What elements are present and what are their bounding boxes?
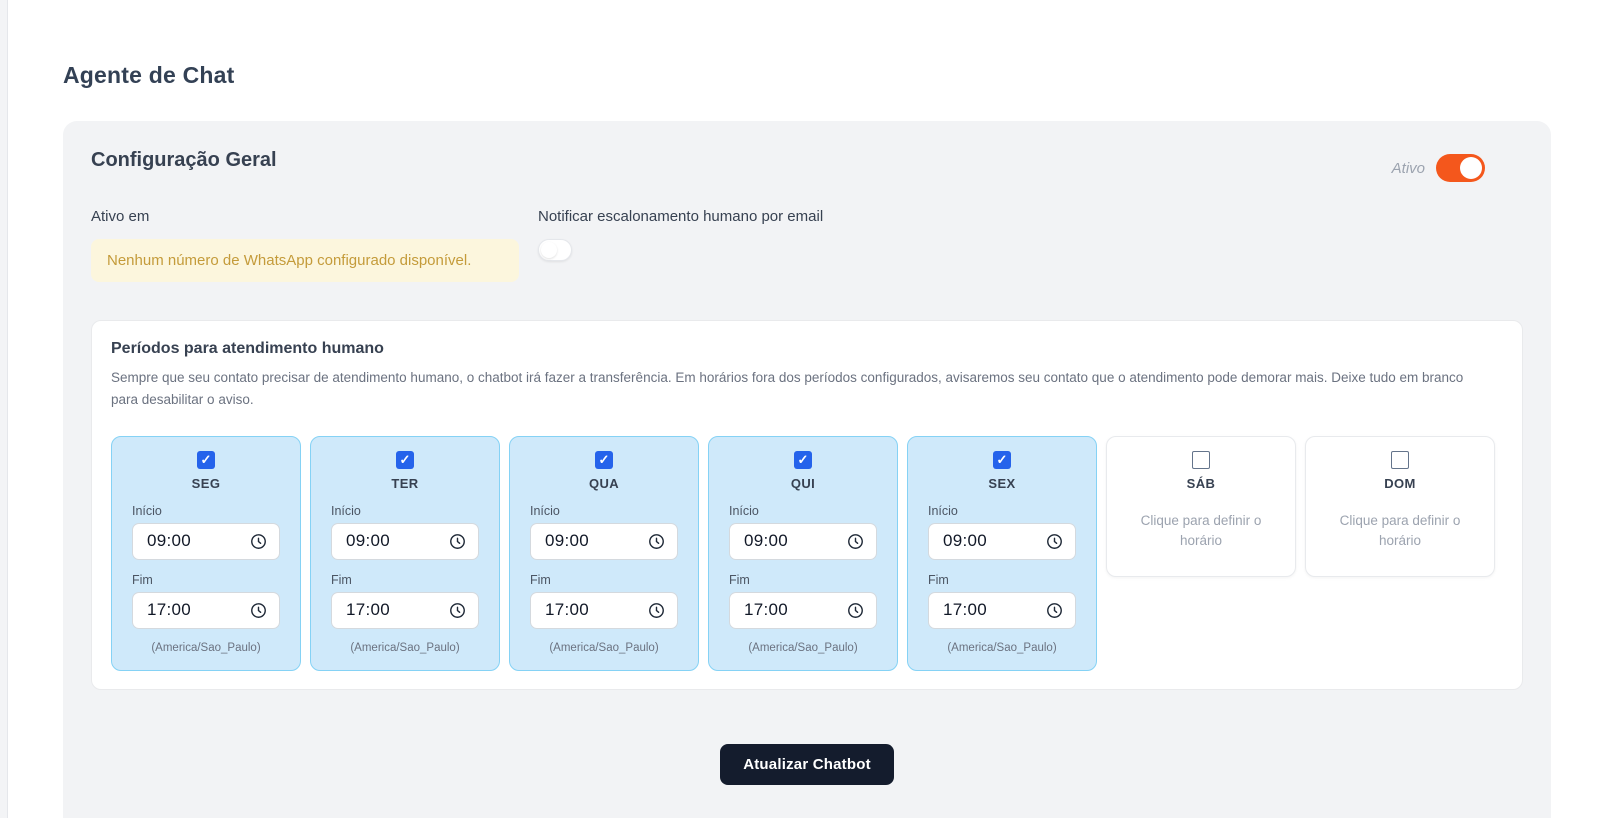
day-label: QUA xyxy=(588,475,620,491)
clock-icon xyxy=(449,602,466,619)
day-label: SÁB xyxy=(1186,475,1216,491)
whatsapp-warning-message: Nenhum número de WhatsApp configurado di… xyxy=(91,239,519,282)
define-schedule-hint: Clique para definir o horário xyxy=(1140,512,1262,549)
clock-icon xyxy=(847,533,864,550)
day-checkbox-checked[interactable]: ✓ xyxy=(197,450,215,469)
page-title: Agente de Chat xyxy=(63,62,235,88)
start-time-label: Início xyxy=(729,503,759,518)
day-checkbox-checked[interactable]: ✓ xyxy=(595,450,613,469)
day-card-inactive[interactable]: SÁB Clique para definir o horário xyxy=(1106,435,1296,578)
clock-icon xyxy=(250,533,267,550)
weekday-schedule-row: ✓ SEG Início 09:00 Fim 17:00 (America/Sa… xyxy=(111,435,1503,671)
clock-icon xyxy=(250,602,267,619)
toggle-knob xyxy=(1460,157,1482,179)
timezone-note: (America/Sao_Paulo) xyxy=(350,641,460,654)
start-time-label: Início xyxy=(530,503,560,518)
start-time-input[interactable]: 09:00 xyxy=(928,522,1076,560)
clock-icon xyxy=(1046,533,1063,550)
timezone-note: (America/Sao_Paulo) xyxy=(549,641,659,654)
periods-description: Sempre que seu contato precisar de atend… xyxy=(111,370,1464,408)
general-config-card: Configuração Geral Ativo Ativo em Nenhum… xyxy=(63,121,1551,818)
end-time-label: Fim xyxy=(729,572,750,587)
timezone-note: (America/Sao_Paulo) xyxy=(748,641,858,654)
day-card-inactive[interactable]: DOM Clique para definir o horário xyxy=(1305,435,1495,578)
day-label: SEX xyxy=(988,475,1016,491)
start-time-value: 09:00 xyxy=(346,531,391,551)
day-card-active: ✓ QUA Início 09:00 Fim 17:00 (America/Sa… xyxy=(509,435,699,671)
notify-email-toggle[interactable] xyxy=(538,239,572,261)
end-time-label: Fim xyxy=(928,572,949,587)
notify-email-label: Notificar escalonamento humano por email xyxy=(538,208,824,225)
active-in-label: Ativo em xyxy=(91,208,150,225)
end-time-value: 17:00 xyxy=(744,600,789,620)
clock-icon xyxy=(648,533,665,550)
day-card-active: ✓ QUI Início 09:00 Fim 17:00 (America/Sa… xyxy=(708,435,898,671)
start-time-input[interactable]: 09:00 xyxy=(729,522,877,560)
end-time-input[interactable]: 17:00 xyxy=(928,591,1076,629)
day-label: QUI xyxy=(790,475,816,491)
start-time-input[interactable]: 09:00 xyxy=(331,522,479,560)
start-time-input[interactable]: 09:00 xyxy=(132,522,280,560)
end-time-value: 17:00 xyxy=(147,600,192,620)
toggle-knob xyxy=(541,242,557,258)
day-card-active: ✓ TER Início 09:00 Fim 17:00 (America/Sa… xyxy=(310,435,500,671)
start-time-input[interactable]: 09:00 xyxy=(530,522,678,560)
sidebar-edge xyxy=(0,0,8,818)
update-chatbot-button[interactable]: Atualizar Chatbot xyxy=(720,743,894,785)
chat-agent-page: Agente de Chat Configuração Geral Ativo … xyxy=(0,0,1599,818)
day-label: DOM xyxy=(1384,475,1416,491)
card-title: Configuração Geral xyxy=(91,149,277,171)
end-time-label: Fim xyxy=(530,572,551,587)
day-checkbox-checked[interactable]: ✓ xyxy=(993,450,1011,469)
end-time-label: Fim xyxy=(132,572,153,587)
day-card-active: ✓ SEG Início 09:00 Fim 17:00 (America/Sa… xyxy=(111,435,301,671)
end-time-input[interactable]: 17:00 xyxy=(132,591,280,629)
day-checkbox-checked[interactable]: ✓ xyxy=(794,450,812,469)
day-checkbox-checked[interactable]: ✓ xyxy=(396,450,414,469)
end-time-value: 17:00 xyxy=(346,600,391,620)
end-time-value: 17:00 xyxy=(545,600,590,620)
start-time-value: 09:00 xyxy=(744,531,789,551)
clock-icon xyxy=(847,602,864,619)
active-toggle[interactable] xyxy=(1436,154,1485,182)
end-time-value: 17:00 xyxy=(943,600,988,620)
define-schedule-hint: Clique para definir o horário xyxy=(1339,512,1461,549)
active-toggle-group: Ativo xyxy=(1392,154,1523,182)
end-time-input[interactable]: 17:00 xyxy=(530,591,678,629)
start-time-label: Início xyxy=(132,503,162,518)
active-toggle-label: Ativo xyxy=(1391,159,1425,177)
day-label: SEG xyxy=(191,475,221,491)
end-time-label: Fim xyxy=(331,572,352,587)
start-time-value: 09:00 xyxy=(545,531,590,551)
start-time-label: Início xyxy=(928,503,958,518)
start-time-label: Início xyxy=(331,503,361,518)
periods-title: Períodos para atendimento humano xyxy=(111,340,384,357)
start-time-value: 09:00 xyxy=(943,531,988,551)
day-checkbox-unchecked[interactable] xyxy=(1192,450,1210,469)
clock-icon xyxy=(449,533,466,550)
clock-icon xyxy=(1046,602,1063,619)
day-card-active: ✓ SEX Início 09:00 Fim 17:00 (America/Sa… xyxy=(907,435,1097,671)
end-time-input[interactable]: 17:00 xyxy=(729,591,877,629)
start-time-value: 09:00 xyxy=(147,531,192,551)
human-service-periods-card: Períodos para atendimento humano Sempre … xyxy=(91,320,1523,690)
day-label: TER xyxy=(391,475,419,491)
day-checkbox-unchecked[interactable] xyxy=(1391,450,1409,469)
clock-icon xyxy=(648,602,665,619)
end-time-input[interactable]: 17:00 xyxy=(331,591,479,629)
timezone-note: (America/Sao_Paulo) xyxy=(151,641,261,654)
timezone-note: (America/Sao_Paulo) xyxy=(947,641,1057,654)
